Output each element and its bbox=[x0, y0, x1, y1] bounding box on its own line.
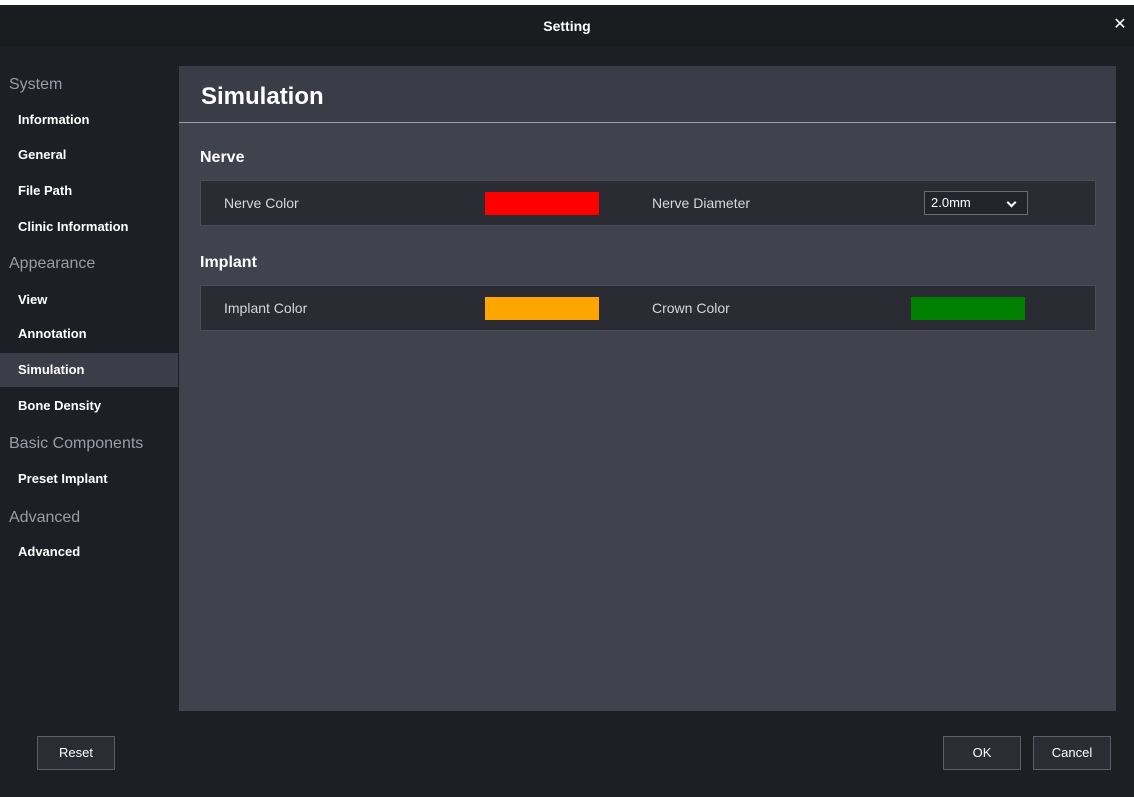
implant-color-label: Implant Color bbox=[224, 300, 308, 316]
sidebar-item-information[interactable]: Information bbox=[0, 103, 178, 137]
settings-dialog: Setting ✕ System Information General Fil… bbox=[0, 5, 1134, 797]
cancel-button[interactable]: Cancel bbox=[1033, 736, 1111, 770]
sidebar-group-appearance: Appearance bbox=[9, 255, 96, 272]
ok-button[interactable]: OK bbox=[943, 736, 1021, 770]
sidebar-group-system: System bbox=[9, 76, 63, 93]
settings-sidebar: System Information General File Path Cli… bbox=[0, 67, 178, 712]
sidebar-item-preset-implant[interactable]: Preset Implant bbox=[0, 462, 178, 496]
implant-settings-row: Implant Color Crown Color bbox=[200, 285, 1096, 331]
settings-panel: Simulation Nerve Nerve Color Nerve Diame… bbox=[179, 66, 1116, 711]
sidebar-item-annotation[interactable]: Annotation bbox=[0, 317, 178, 351]
sidebar-item-simulation[interactable]: Simulation bbox=[0, 353, 178, 387]
chevron-down-icon bbox=[1006, 197, 1017, 208]
nerve-diameter-label: Nerve Diameter bbox=[652, 195, 751, 211]
reset-button[interactable]: Reset bbox=[37, 736, 115, 770]
sidebar-item-general[interactable]: General bbox=[0, 138, 178, 172]
sidebar-item-bone-density[interactable]: Bone Density bbox=[0, 389, 178, 423]
close-icon[interactable]: ✕ bbox=[1112, 17, 1128, 33]
page-title: Simulation bbox=[201, 83, 324, 110]
nerve-diameter-value: 2.0mm bbox=[931, 195, 971, 210]
nerve-diameter-select[interactable]: 2.0mm bbox=[924, 191, 1028, 215]
dialog-title: Setting bbox=[543, 18, 591, 34]
implant-color-swatch[interactable] bbox=[485, 297, 599, 320]
nerve-color-label: Nerve Color bbox=[224, 195, 299, 211]
sidebar-group-advanced: Advanced bbox=[9, 509, 81, 526]
sidebar-item-file-path[interactable]: File Path bbox=[0, 174, 178, 208]
panel-header: Simulation bbox=[179, 66, 1116, 123]
sidebar-item-view[interactable]: View bbox=[0, 283, 178, 317]
section-title-nerve: Nerve bbox=[200, 149, 245, 166]
sidebar-item-clinic-information[interactable]: Clinic Information bbox=[0, 210, 178, 244]
title-bar: Setting ✕ bbox=[0, 5, 1134, 47]
sidebar-item-advanced[interactable]: Advanced bbox=[0, 535, 178, 569]
sidebar-group-basic-components: Basic Components bbox=[9, 435, 144, 452]
nerve-color-swatch[interactable] bbox=[485, 192, 599, 215]
nerve-settings-row: Nerve Color Nerve Diameter 2.0mm bbox=[200, 180, 1096, 226]
crown-color-label: Crown Color bbox=[652, 300, 730, 316]
section-title-implant: Implant bbox=[200, 254, 257, 271]
crown-color-swatch[interactable] bbox=[911, 297, 1025, 320]
